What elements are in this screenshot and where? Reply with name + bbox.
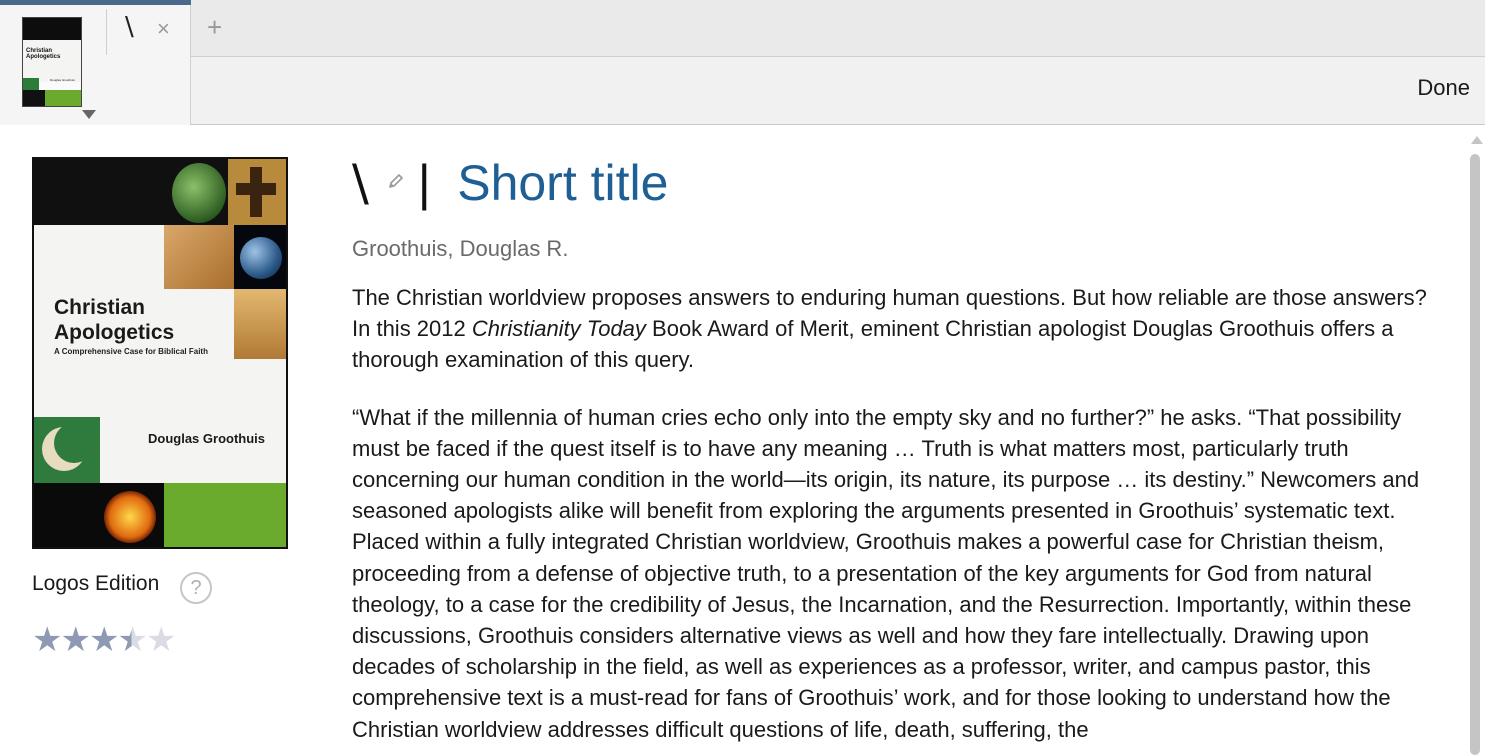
tab-strip: [0, 0, 1485, 57]
cover-crescent-image: [34, 417, 100, 483]
close-icon[interactable]: ×: [157, 16, 170, 42]
tab-label[interactable]: \: [125, 12, 134, 42]
scroll-up-arrow-icon[interactable]: [1471, 136, 1483, 144]
cover-subtitle: A Comprehensive Case for Biblical Faith: [54, 347, 208, 356]
book-description: The Christian worldview proposes answers…: [352, 282, 1437, 755]
thumbnail-top-band: [23, 18, 81, 40]
new-tab-button[interactable]: +: [207, 12, 222, 43]
cover-earth-image: [234, 225, 286, 289]
thumbnail-title: Christian Apologetics: [26, 48, 61, 60]
cover-fingerprint-image: [172, 163, 226, 223]
vertical-scrollbar[interactable]: [1467, 126, 1485, 755]
thumbnail-author: Douglas Groothuis: [50, 78, 75, 82]
pencil-icon[interactable]: [387, 172, 405, 195]
book-title: \: [352, 154, 369, 212]
book-info-panel: Christian Apologetics A Comprehensive Ca…: [0, 126, 1485, 755]
cover-green-tile: [164, 483, 286, 547]
edition-label: Logos Edition: [32, 572, 160, 595]
book-author[interactable]: Groothuis, Douglas R.: [352, 236, 568, 262]
star-rating[interactable]: ★★★★★: [32, 623, 177, 657]
star-icon[interactable]: ★: [146, 623, 177, 657]
tab-cover-thumbnail[interactable]: Christian Apologetics Douglas Groothuis: [22, 17, 82, 107]
tab-book-info[interactable]: Christian Apologetics Douglas Groothuis …: [0, 0, 191, 125]
thumbnail-middle-band: [23, 40, 81, 82]
star-icon[interactable]: ★: [89, 623, 120, 657]
short-title-link[interactable]: Short title: [457, 155, 668, 211]
active-tab-indicator: [0, 0, 191, 5]
tab-bar: Christian Apologetics Douglas Groothuis …: [0, 0, 1485, 125]
title-separator: |: [417, 155, 431, 211]
scrollbar-thumb[interactable]: [1470, 154, 1480, 755]
star-icon[interactable]: ★: [32, 623, 63, 657]
cover-title: Christian Apologetics: [54, 296, 175, 344]
thumbnail-green-tile: [45, 90, 81, 106]
description-paragraph: “What if the millennia of human cries ec…: [352, 404, 1420, 742]
star-icon[interactable]: ★: [117, 623, 148, 657]
chevron-down-icon[interactable]: [82, 110, 96, 119]
book-cover: Christian Apologetics A Comprehensive Ca…: [32, 157, 288, 549]
thumbnail-dark-tile: [23, 90, 45, 106]
help-icon[interactable]: ?: [180, 572, 212, 604]
cover-manuscript-image: [164, 225, 234, 289]
cover-author: Douglas Groothuis: [148, 431, 265, 446]
cover-sun-image: [104, 491, 156, 543]
tab-divider: [106, 9, 107, 55]
description-paragraph: The Christian worldview proposes answers…: [352, 285, 1427, 373]
cover-cross-image: [228, 159, 286, 225]
cover-bust-image: [234, 289, 286, 359]
done-button[interactable]: Done: [1417, 75, 1470, 101]
title-row: \ | Short title: [352, 154, 668, 218]
star-icon[interactable]: ★: [60, 623, 91, 657]
